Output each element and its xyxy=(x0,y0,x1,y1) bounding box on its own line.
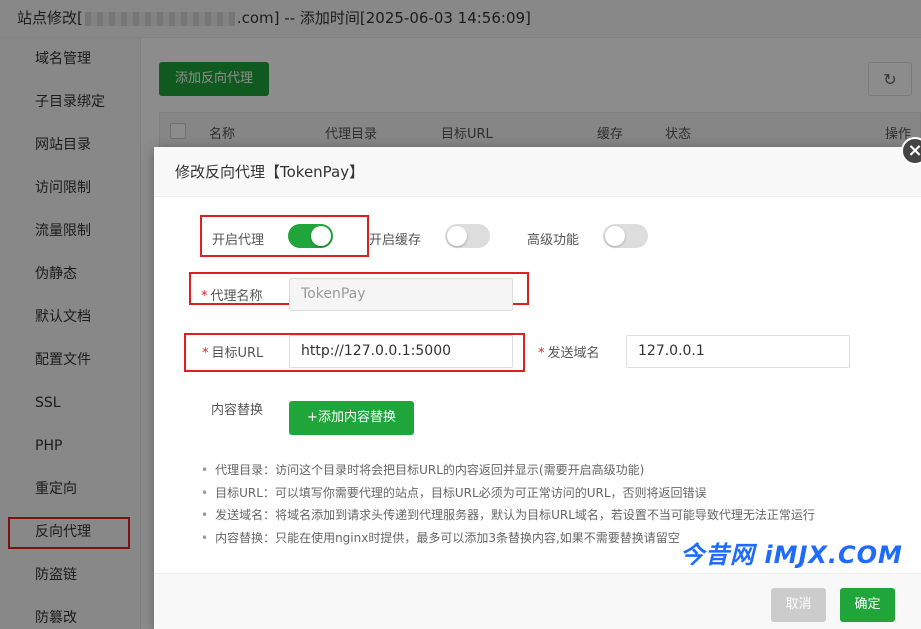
proxy-name-label: * 代理名称 xyxy=(201,285,263,304)
content-replace-label: 内容替换 xyxy=(211,403,264,418)
dialog-footer: 取消 确定 xyxy=(154,573,921,629)
proxy-name-input[interactable]: TokenPay xyxy=(289,278,513,311)
advanced-toggle[interactable] xyxy=(603,224,648,248)
enable-cache-label: 开启缓存 xyxy=(369,233,422,248)
tip-item: 发送域名：将域名添加到请求头传递到代理服务器，默认为目标URL域名，若设置不当可… xyxy=(201,504,911,527)
send-domain-input[interactable]: 127.0.0.1 xyxy=(626,335,850,368)
close-icon: × xyxy=(907,140,921,161)
required-mark: * xyxy=(538,346,545,361)
enable-cache-toggle[interactable] xyxy=(445,224,490,248)
target-url-label: * 目标URL xyxy=(202,342,263,361)
toggle-knob xyxy=(311,226,331,246)
send-domain-label: * 发送域名 xyxy=(538,342,600,361)
target-url-input[interactable]: http://127.0.0.1:5000 xyxy=(289,335,513,368)
advanced-label: 高级功能 xyxy=(527,233,580,248)
tip-item: 代理目录：访问这个目录时将会把目标URL的内容返回并显示(需要开启高级功能) xyxy=(201,459,911,482)
target-url-label-text: 目标URL xyxy=(211,346,264,361)
required-mark: * xyxy=(201,289,208,304)
enable-proxy-toggle[interactable] xyxy=(288,224,333,248)
dialog-title: 修改反向代理【TokenPay】 xyxy=(154,147,921,197)
toggle-knob xyxy=(605,226,625,246)
enable-proxy-label: 开启代理 xyxy=(212,233,265,248)
close-button[interactable]: × xyxy=(901,137,921,165)
watermark-text: 今昔网 iMJX.COM xyxy=(680,541,903,569)
proxy-name-label-text: 代理名称 xyxy=(210,289,263,304)
cancel-button[interactable]: 取消 xyxy=(771,588,826,622)
toggle-knob xyxy=(447,226,467,246)
tip-item: 目标URL：可以填写你需要代理的站点，目标URL必须为可正常访问的URL，否则将… xyxy=(201,482,911,505)
confirm-button[interactable]: 确定 xyxy=(840,588,895,622)
required-mark: * xyxy=(202,346,209,361)
send-domain-label-text: 发送域名 xyxy=(547,346,600,361)
add-content-replace-button[interactable]: +添加内容替换 xyxy=(289,401,414,435)
